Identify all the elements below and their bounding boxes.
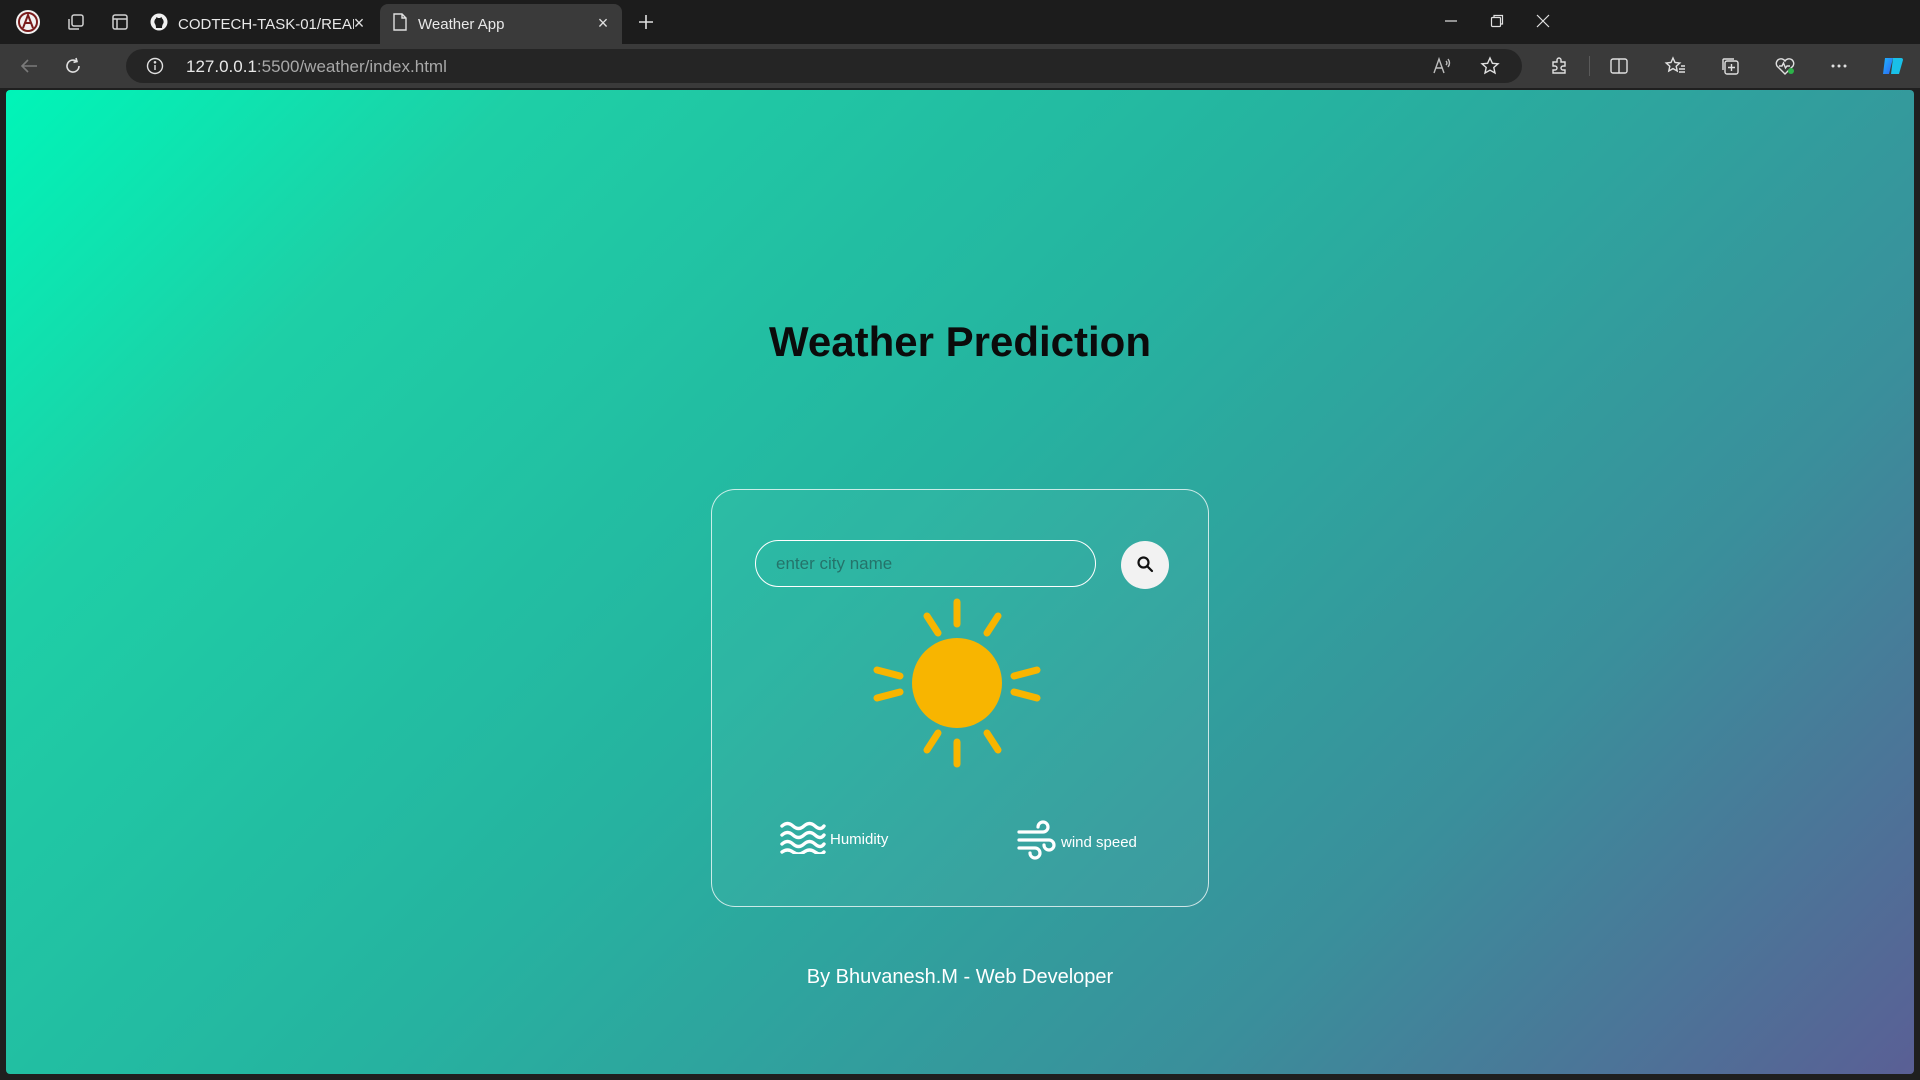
weather-card: Humidity wind speed bbox=[711, 489, 1209, 907]
back-icon[interactable] bbox=[14, 52, 44, 80]
extensions-icon[interactable] bbox=[1544, 52, 1574, 80]
close-tab-icon[interactable]: × bbox=[350, 14, 368, 32]
favorites-icon[interactable] bbox=[1660, 52, 1690, 80]
url-box[interactable]: 127.0.0.1:5500/weather/index.html bbox=[126, 49, 1522, 83]
minimize-icon[interactable] bbox=[1428, 6, 1474, 36]
footer-credit: By Bhuvanesh.M - Web Developer bbox=[806, 966, 1114, 988]
favorite-star-icon[interactable] bbox=[1480, 56, 1500, 81]
wind-icon bbox=[1017, 820, 1057, 864]
read-aloud-icon[interactable] bbox=[1431, 56, 1453, 81]
split-screen-icon[interactable] bbox=[1604, 52, 1634, 80]
site-info-icon[interactable] bbox=[146, 57, 164, 80]
tab-actions-icon[interactable] bbox=[106, 8, 134, 36]
page-icon bbox=[392, 13, 408, 35]
wind-speed-label: wind speed bbox=[1061, 833, 1137, 851]
humidity-label: Humidity bbox=[830, 830, 889, 848]
url-text: 127.0.0.1:5500/weather/index.html bbox=[186, 57, 447, 77]
city-search-input[interactable] bbox=[755, 540, 1096, 587]
tab-weather-app[interactable]: Weather App × bbox=[380, 4, 622, 44]
wind-detail: wind speed bbox=[1017, 820, 1137, 864]
close-tab-icon[interactable]: × bbox=[594, 14, 612, 32]
search-button[interactable] bbox=[1121, 541, 1169, 589]
collections-icon[interactable] bbox=[1715, 52, 1745, 80]
workspaces-icon[interactable] bbox=[62, 8, 90, 36]
refresh-icon[interactable] bbox=[58, 52, 88, 80]
sun-icon bbox=[872, 598, 1042, 768]
toolbar-divider bbox=[1589, 56, 1590, 76]
tab-title: Weather App bbox=[418, 15, 505, 33]
browser-essentials-icon[interactable] bbox=[1770, 52, 1800, 80]
tab-bar: CODTECH-TASK-01/README.md × Weather App … bbox=[0, 0, 1920, 44]
url-host: 127.0.0.1 bbox=[186, 57, 257, 76]
humidity-waves-icon bbox=[780, 820, 826, 858]
url-path: :5500/weather/index.html bbox=[256, 57, 447, 76]
copilot-icon[interactable] bbox=[1878, 52, 1908, 80]
search-icon bbox=[1136, 555, 1154, 576]
page-viewport: Weather Prediction enter city name Humid… bbox=[6, 90, 1914, 1074]
github-icon bbox=[150, 13, 168, 35]
profile-avatar-icon[interactable] bbox=[14, 8, 42, 36]
more-menu-icon[interactable] bbox=[1824, 52, 1854, 80]
tab-readme[interactable]: CODTECH-TASK-01/README.md × bbox=[138, 4, 378, 44]
restore-icon[interactable] bbox=[1474, 6, 1520, 36]
new-tab-icon[interactable] bbox=[632, 8, 660, 36]
page-title: Weather Prediction bbox=[769, 318, 1151, 365]
tab-title: CODTECH-TASK-01/README.md bbox=[178, 15, 354, 33]
address-bar: 127.0.0.1:5500/weather/index.html bbox=[0, 44, 1920, 88]
close-window-icon[interactable] bbox=[1520, 6, 1566, 36]
humidity-detail: Humidity bbox=[780, 820, 888, 858]
